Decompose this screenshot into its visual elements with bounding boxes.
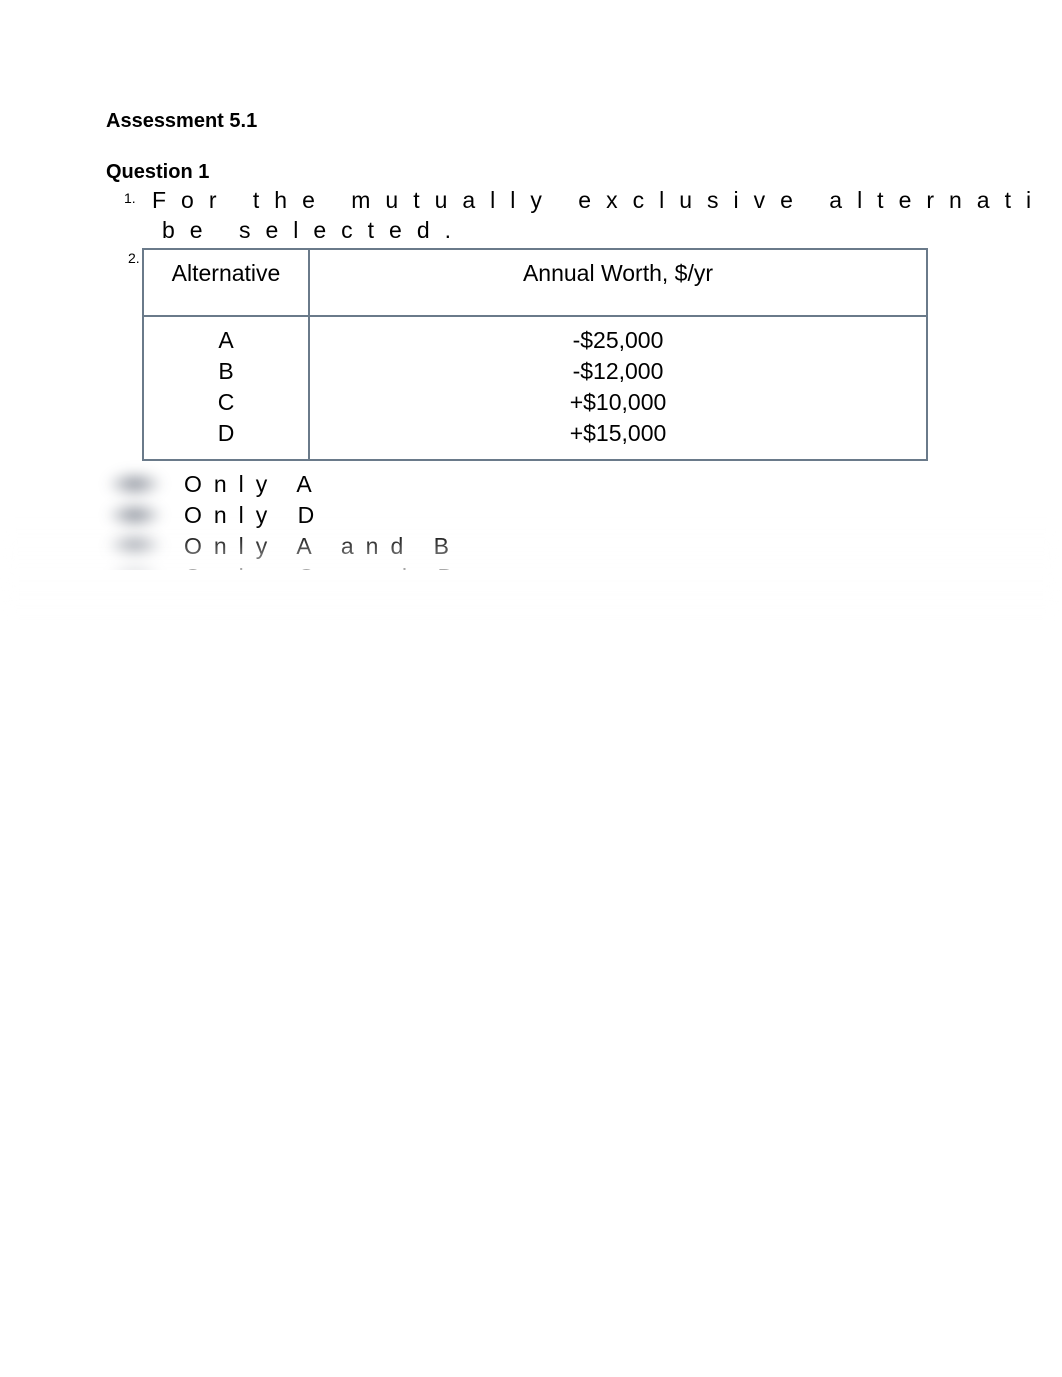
prompt-line-1: For the mutually exclusive alternati bbox=[152, 186, 1062, 216]
option-c[interactable]: Only A and B bbox=[136, 533, 1062, 560]
question-body: For the mutually exclusive alternati be … bbox=[106, 186, 1062, 591]
annual-worth-value: +$15,000 bbox=[310, 418, 926, 449]
annual-worth-value: -$25,000 bbox=[310, 325, 926, 356]
header-annual-worth: Annual Worth, $/yr bbox=[309, 249, 927, 316]
radio-icon bbox=[136, 471, 178, 497]
list-item-1: For the mutually exclusive alternati be … bbox=[142, 186, 1062, 246]
annual-worth-value: +$10,000 bbox=[310, 387, 926, 418]
option-label: Only D bbox=[184, 502, 326, 529]
list-marker-2: 2. bbox=[128, 250, 140, 266]
question-title: Question 1 bbox=[106, 161, 1062, 184]
option-d[interactable]: Only C and D bbox=[136, 564, 1062, 591]
table-data-row: A B C D -$25,000 -$12,000 +$10,000 +$15,… bbox=[143, 316, 927, 460]
assessment-title: Assessment 5.1 bbox=[106, 110, 1062, 133]
alternatives-table-wrap: Alternative Annual Worth, $/yr A B C D -… bbox=[142, 248, 1062, 461]
blurred-overlay bbox=[0, 570, 1062, 1377]
option-label: Only C and D bbox=[184, 564, 466, 591]
alternative-value: D bbox=[144, 418, 308, 449]
alternative-value: A bbox=[144, 325, 308, 356]
prompt-line-2: be selected. bbox=[152, 216, 1062, 246]
radio-icon bbox=[136, 564, 178, 590]
option-a[interactable]: Only A bbox=[136, 471, 1062, 498]
annual-worth-cell: -$25,000 -$12,000 +$10,000 +$15,000 bbox=[309, 316, 927, 460]
table-header-row: Alternative Annual Worth, $/yr bbox=[143, 249, 927, 316]
alternatives-table: Alternative Annual Worth, $/yr A B C D -… bbox=[142, 248, 928, 461]
annual-worth-value: -$12,000 bbox=[310, 356, 926, 387]
header-alternative: Alternative bbox=[143, 249, 309, 316]
option-label: Only A bbox=[184, 471, 324, 498]
radio-icon bbox=[136, 533, 178, 559]
alternative-value: C bbox=[144, 387, 308, 418]
answer-options: Only A Only D Only A and B Only C and D bbox=[136, 471, 1062, 591]
document-page: Assessment 5.1 Question 1 For the mutual… bbox=[0, 0, 1062, 591]
radio-icon bbox=[136, 502, 178, 528]
alternative-cell: A B C D bbox=[143, 316, 309, 460]
option-label: Only A and B bbox=[184, 533, 461, 560]
option-b[interactable]: Only D bbox=[136, 502, 1062, 529]
list-item-2: 2. Alternative Annual Worth, $/yr A B C … bbox=[142, 248, 1062, 461]
alternative-value: B bbox=[144, 356, 308, 387]
